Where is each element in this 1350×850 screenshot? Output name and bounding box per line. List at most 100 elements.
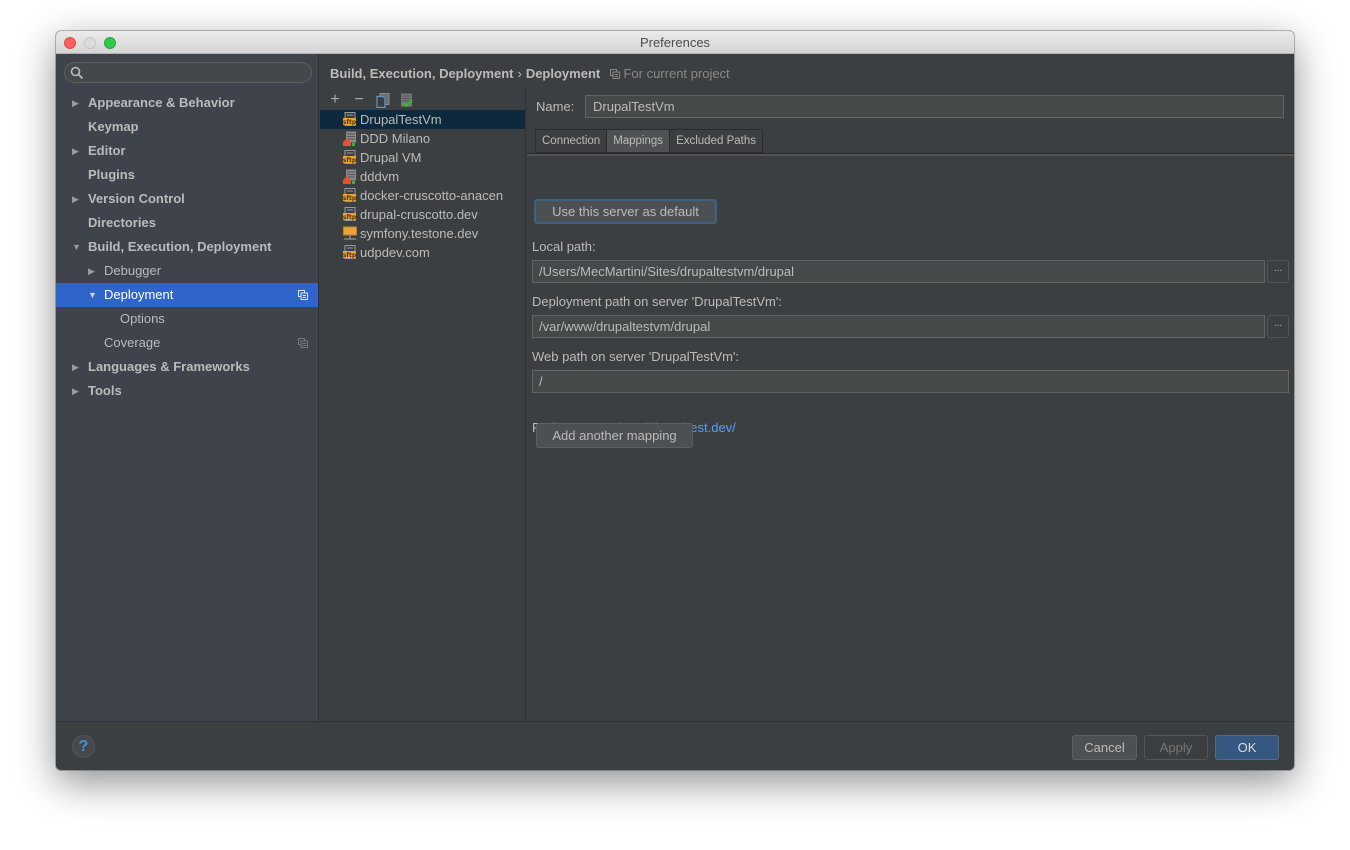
local-path-input[interactable]: /Users/MecMartini/Sites/drupaltestvm/dru… bbox=[532, 260, 1265, 283]
expand-arrow-icon[interactable]: ▼ bbox=[72, 235, 84, 259]
add-server-button[interactable]: + bbox=[326, 91, 344, 109]
collapse-arrow-icon[interactable]: ▶ bbox=[72, 379, 84, 403]
help-button[interactable]: ? bbox=[72, 735, 95, 758]
local-server-icon bbox=[343, 169, 356, 184]
collapse-arrow-icon[interactable]: ▶ bbox=[72, 355, 84, 379]
window-title: Preferences bbox=[639, 35, 711, 50]
sftp-server-icon: sftp bbox=[343, 150, 357, 164]
sftp-server-icon: sftp bbox=[343, 112, 357, 126]
add-another-mapping-button[interactable]: Add another mapping bbox=[536, 423, 693, 448]
search-icon bbox=[70, 66, 84, 80]
deployment-path-input[interactable]: /var/www/drupaltestvm/drupal bbox=[532, 315, 1265, 338]
expand-arrow-icon[interactable]: ▼ bbox=[88, 283, 100, 307]
server-name: docker-cruscotto-anacen bbox=[360, 188, 504, 203]
deployment-path-label: Deployment path on server 'DrupalTestVm'… bbox=[532, 294, 782, 309]
copy-server-button[interactable] bbox=[374, 91, 392, 109]
sidebar-item-label: Debugger bbox=[104, 263, 162, 278]
cancel-button[interactable]: Cancel bbox=[1072, 735, 1137, 760]
svg-text:sftp: sftp bbox=[343, 252, 357, 259]
server-list-panel: + − sftp DrupalTestVm DDD Milano sftp Dr… bbox=[320, 88, 526, 721]
dialog-footer: ? Cancel Apply OK bbox=[56, 721, 1294, 770]
sidebar-item-label: Options bbox=[120, 311, 165, 326]
browse-local-path-button[interactable]: ... bbox=[1267, 260, 1289, 283]
sidebar-item-keymap[interactable]: Keymap bbox=[56, 115, 318, 139]
preferences-window: Preferences ▶ Appearance & Behavior Keymap… bbox=[56, 31, 1294, 770]
server-name: DDD Milano bbox=[360, 131, 431, 146]
server-name: drupal-cruscotto.dev bbox=[360, 207, 478, 222]
copy-icon bbox=[376, 92, 390, 108]
server-tabs: Connection Mappings Excluded Paths bbox=[535, 129, 763, 153]
svg-text:sftp: sftp bbox=[343, 157, 357, 164]
use-as-default-button[interactable] bbox=[398, 91, 416, 109]
settings-sidebar: ▶ Appearance & Behavior Keymap ▶ Editor Plugi… bbox=[56, 54, 319, 721]
server-list-item[interactable]: symfony.testone.dev bbox=[320, 224, 525, 243]
sidebar-item-options[interactable]: Options bbox=[56, 307, 318, 331]
mounted-folder-icon bbox=[343, 226, 357, 240]
sidebar-item-label: Appearance & Behavior bbox=[88, 95, 235, 110]
sidebar-item-languages-frameworks[interactable]: ▶ Languages & Frameworks bbox=[56, 355, 318, 379]
server-name-input[interactable]: DrupalTestVm bbox=[585, 95, 1284, 118]
browse-deployment-path-button[interactable]: ... bbox=[1267, 315, 1289, 338]
remove-server-button[interactable]: − bbox=[350, 91, 368, 109]
server-name: Drupal VM bbox=[360, 150, 422, 165]
server-list-item[interactable]: dddvm bbox=[320, 167, 525, 186]
sidebar-item-plugins[interactable]: Plugins bbox=[56, 163, 318, 187]
sidebar-item-editor[interactable]: ▶ Editor bbox=[56, 139, 318, 163]
project-scope-indicator: For current project bbox=[609, 66, 730, 81]
server-toolbar: + − bbox=[326, 90, 416, 110]
settings-content: Build, Execution, Deployment › Deployment … bbox=[320, 54, 1294, 721]
title-bar: Preferences bbox=[56, 31, 1294, 54]
server-list-item[interactable]: sftp docker-cruscotto-anacen bbox=[320, 186, 525, 205]
server-list-item[interactable]: sftp udpdev.com bbox=[320, 243, 525, 262]
server-list-item[interactable]: sftp DrupalTestVm bbox=[320, 110, 525, 129]
sidebar-item-label: Plugins bbox=[88, 167, 135, 182]
tab-mappings[interactable]: Mappings bbox=[606, 129, 671, 153]
tab-excluded-paths[interactable]: Excluded Paths bbox=[669, 129, 763, 153]
sidebar-item-debugger[interactable]: ▶ Debugger bbox=[56, 259, 318, 283]
use-as-default-server-button[interactable]: Use this server as default bbox=[534, 199, 717, 224]
sidebar-item-label: Coverage bbox=[104, 335, 161, 350]
sidebar-item-label: Version Control bbox=[88, 191, 185, 206]
server-list: sftp DrupalTestVm DDD Milano sftp Drupal VM d… bbox=[320, 110, 525, 262]
sidebar-item-label: Languages & Frameworks bbox=[88, 359, 250, 374]
svg-text:sftp: sftp bbox=[343, 119, 357, 126]
server-details: Name: DrupalTestVm Connection Mappings E… bbox=[527, 88, 1294, 721]
sftp-server-icon: sftp bbox=[343, 245, 357, 259]
sidebar-item-label: Directories bbox=[88, 215, 156, 230]
server-list-item[interactable]: sftp Drupal VM bbox=[320, 148, 525, 167]
use-as-default-icon bbox=[401, 93, 413, 107]
tab-separator bbox=[527, 153, 1294, 156]
collapse-arrow-icon[interactable]: ▶ bbox=[72, 187, 84, 211]
sidebar-item-label: Deployment bbox=[104, 287, 174, 302]
sidebar-item-directories[interactable]: Directories bbox=[56, 211, 318, 235]
server-name: DrupalTestVm bbox=[360, 112, 442, 127]
collapse-arrow-icon[interactable]: ▶ bbox=[72, 91, 84, 115]
sidebar-item-label: Build, Execution, Deployment bbox=[88, 239, 272, 254]
sidebar-item-build-execution-deployment[interactable]: ▼ Build, Execution, Deployment bbox=[56, 235, 318, 259]
apply-button[interactable]: Apply bbox=[1144, 735, 1208, 760]
sidebar-item-appearance-behavior[interactable]: ▶ Appearance & Behavior bbox=[56, 91, 318, 115]
web-path-input[interactable]: / bbox=[532, 370, 1289, 393]
minimize-window-button[interactable] bbox=[84, 37, 96, 49]
name-label: Name: bbox=[536, 99, 575, 114]
server-name: udpdev.com bbox=[360, 245, 430, 260]
close-window-button[interactable] bbox=[64, 37, 76, 49]
collapse-arrow-icon[interactable]: ▶ bbox=[72, 139, 84, 163]
settings-tree: ▶ Appearance & Behavior Keymap ▶ Editor Plugi… bbox=[56, 91, 318, 403]
server-name: symfony.testone.dev bbox=[360, 226, 479, 241]
collapse-arrow-icon[interactable]: ▶ bbox=[88, 259, 100, 283]
web-path-label: Web path on server 'DrupalTestVm': bbox=[532, 349, 740, 364]
tab-connection[interactable]: Connection bbox=[535, 129, 608, 153]
breadcrumb: Build, Execution, Deployment › Deployment … bbox=[330, 66, 730, 81]
local-path-label: Local path: bbox=[532, 239, 596, 254]
ok-button[interactable]: OK bbox=[1215, 735, 1279, 760]
sidebar-item-tools[interactable]: ▶ Tools bbox=[56, 379, 318, 403]
sidebar-item-deployment[interactable]: ▼ Deployment bbox=[56, 283, 318, 307]
server-list-item[interactable]: sftp drupal-cruscotto.dev bbox=[320, 205, 525, 224]
sftp-server-icon: sftp bbox=[343, 188, 357, 202]
sidebar-item-version-control[interactable]: ▶ Version Control bbox=[56, 187, 318, 211]
server-list-item[interactable]: DDD Milano bbox=[320, 129, 525, 148]
sidebar-item-coverage[interactable]: Coverage bbox=[56, 331, 318, 355]
maximize-window-button[interactable] bbox=[104, 37, 116, 49]
settings-search-input[interactable] bbox=[64, 62, 312, 83]
